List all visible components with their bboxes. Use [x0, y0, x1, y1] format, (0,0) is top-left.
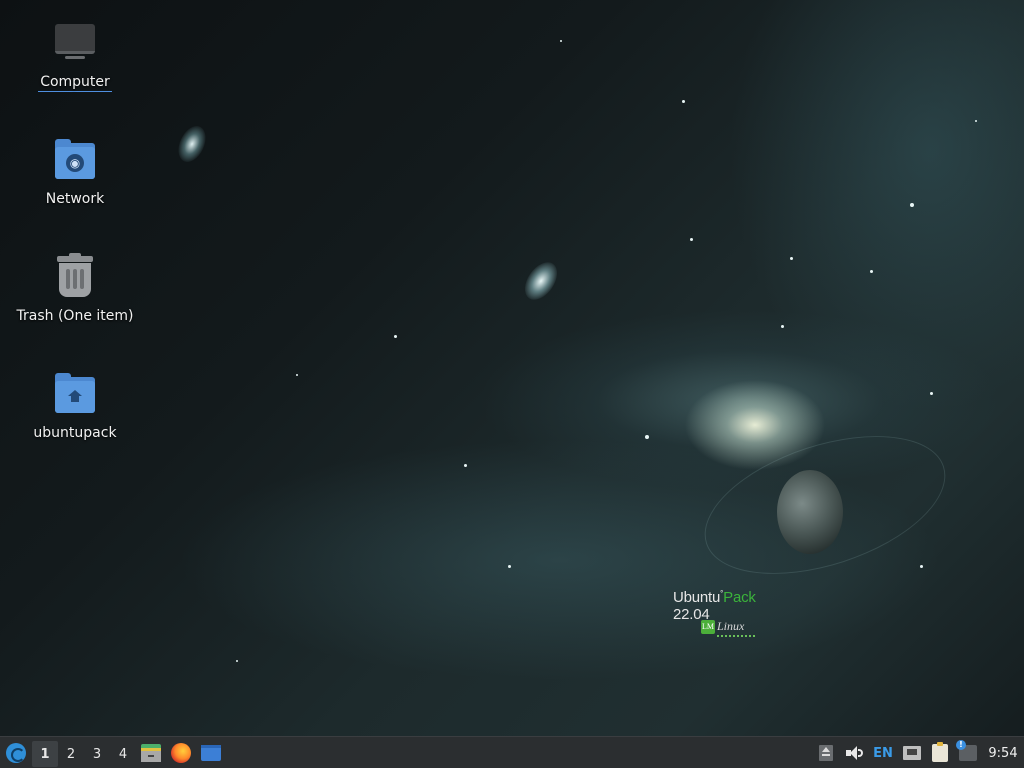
- brand-logo-dots: [717, 635, 757, 637]
- clipboard-icon: [932, 742, 948, 762]
- files-icon: [141, 743, 161, 762]
- wallpaper-star: [560, 40, 562, 42]
- wallpaper-star: [682, 100, 685, 103]
- wallpaper-star: [975, 120, 977, 122]
- keyboard-layout-indicator[interactable]: EN: [868, 737, 898, 769]
- trash-icon: [53, 253, 97, 300]
- speaker-icon: [846, 746, 863, 760]
- desktop-background: Ubuntu°Pack 22.04 LM Linux Computer ◉ Net…: [0, 0, 1024, 736]
- network-folder-icon: ◉: [53, 139, 97, 183]
- linux-mint-logo: LM Linux: [701, 619, 761, 639]
- brand-prefix: Ubuntu: [673, 589, 721, 606]
- home-folder-icon: [53, 373, 97, 417]
- wallpaper-brand-text: Ubuntu°Pack 22.04: [673, 589, 793, 623]
- clipboard-button[interactable]: [926, 737, 954, 769]
- taskbar: 1 2 3 4 EN 9:54: [0, 736, 1024, 768]
- workspace-3-button[interactable]: 3: [84, 741, 110, 767]
- files-launcher-button[interactable]: [136, 737, 166, 769]
- wallpaper-star: [236, 660, 238, 662]
- clock[interactable]: 9:54: [982, 737, 1024, 769]
- eject-icon: [819, 745, 833, 761]
- system-tray: EN 9:54: [812, 737, 1024, 769]
- workspace-1-button[interactable]: 1: [32, 741, 58, 767]
- desktop-icon-network[interactable]: ◉ Network: [0, 139, 150, 208]
- wallpaper-planet: [777, 470, 843, 554]
- firefox-icon: [171, 742, 191, 763]
- mint-logo-icon: LM: [701, 620, 715, 635]
- computer-icon: [53, 22, 97, 66]
- desktop-icon-computer[interactable]: Computer: [0, 22, 150, 92]
- wallpaper-star: [781, 325, 784, 328]
- brand-accent: Pack: [723, 589, 756, 606]
- volume-button[interactable]: [840, 737, 868, 769]
- desktop-icon-trash[interactable]: Trash (One item): [0, 253, 150, 325]
- wallpaper-spiral-galaxy: [518, 256, 564, 306]
- wallpaper-star: [645, 435, 649, 439]
- wallpaper-star: [870, 270, 873, 273]
- wallpaper-star: [930, 392, 933, 395]
- wallpaper-star: [508, 565, 511, 568]
- wallpaper-small-galaxy: [173, 121, 211, 167]
- wallpaper-star: [790, 257, 793, 260]
- wallpaper-star: [464, 464, 467, 467]
- start-menu-button[interactable]: [0, 737, 32, 769]
- removable-drive-button[interactable]: [812, 737, 840, 769]
- desktop-icon-home[interactable]: ubuntupack: [0, 373, 150, 442]
- firefox-launcher-button[interactable]: [166, 737, 196, 769]
- wallpaper-star: [394, 335, 397, 338]
- wallpaper-star: [910, 203, 914, 207]
- brand-logo-text: Linux: [717, 619, 745, 633]
- wallpaper-star: [920, 565, 923, 568]
- window-icon: [201, 744, 221, 761]
- show-windows-button[interactable]: [196, 737, 226, 769]
- wallpaper-star: [690, 238, 693, 241]
- wallpaper-star: [296, 374, 298, 376]
- network-wired-icon: [903, 746, 921, 760]
- workspace-4-button[interactable]: 4: [110, 741, 136, 767]
- desktop-icon-label: ubuntupack: [33, 425, 117, 441]
- notifications-button[interactable]: [954, 737, 982, 769]
- start-menu-icon: [6, 742, 26, 763]
- desktop-icon-label: Network: [45, 191, 105, 207]
- network-status-button[interactable]: [898, 737, 926, 769]
- notification-icon: [956, 740, 977, 761]
- desktop-icon-label: Computer: [38, 74, 112, 92]
- desktop-icon-label: Trash (One item): [16, 308, 134, 324]
- workspace-2-button[interactable]: 2: [58, 741, 84, 767]
